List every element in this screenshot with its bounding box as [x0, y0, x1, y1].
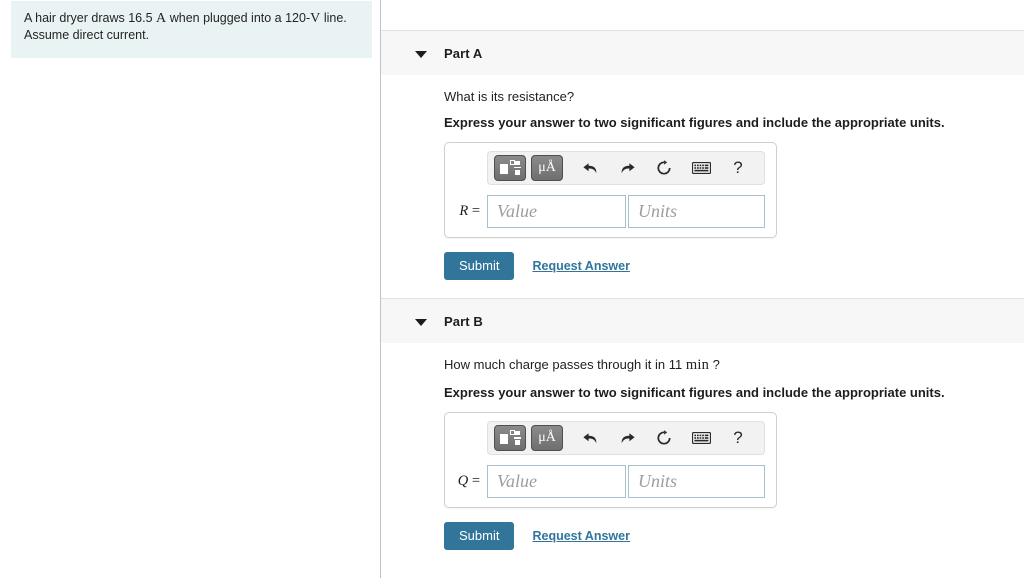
part-body-a: What is its resistance? Express your ans… [381, 75, 1024, 281]
current-unit-symbol: A [156, 11, 167, 26]
request-answer-link-a[interactable]: Request Answer [532, 259, 629, 273]
reset-icon[interactable] [649, 425, 679, 451]
submit-button-b[interactable]: Submit [444, 522, 515, 551]
redo-icon[interactable] [612, 425, 642, 451]
units-input-b[interactable] [628, 465, 765, 499]
part-title-b: Part B [444, 313, 483, 329]
units-input-a[interactable] [628, 195, 765, 229]
answer-box-a: μÅ ? R = Value Units [444, 142, 777, 239]
problem-text-part2: when plugged into a 120- [169, 11, 311, 25]
reset-icon[interactable] [649, 155, 679, 181]
template-picker-icon[interactable] [494, 155, 526, 182]
answer-row-b: Q = [454, 465, 767, 499]
part-header-b[interactable]: Part B [381, 298, 1024, 344]
answer-toolbar-b: μÅ ? [487, 421, 765, 456]
voltage-unit-symbol: V [310, 11, 321, 26]
variable-label-a: R = [459, 203, 480, 220]
problem-text-part1: A hair dryer draws 16.5 [24, 11, 153, 25]
variable-label-b: Q = [457, 473, 480, 490]
help-icon[interactable]: ? [723, 155, 753, 181]
part-block-a: Part A What is its resistance? Express y… [381, 30, 1024, 281]
question-prefix-b: How much charge passes through it in 11 [444, 357, 683, 373]
value-input-a[interactable] [487, 195, 626, 229]
answer-box-b: μÅ ? Q = Value Units [444, 412, 777, 509]
problem-pane: A hair dryer draws 16.5 A when plugged i… [0, 0, 381, 579]
question-prefix-a: What is its resistance? [444, 89, 575, 104]
part-body-b: How much charge passes through it in 11 … [381, 343, 1024, 551]
units-picker-icon[interactable]: μÅ [531, 155, 563, 182]
question-suffix-b: ? [712, 357, 720, 373]
redo-icon[interactable] [612, 155, 642, 181]
units-picker-icon[interactable]: μÅ [531, 425, 563, 452]
chevron-down-icon[interactable] [415, 47, 428, 60]
undo-icon[interactable] [575, 155, 605, 181]
keyboard-icon[interactable] [686, 425, 716, 451]
part-block-b: Part B How much charge passes through it… [381, 298, 1024, 551]
instruction-text-b: Express your answer to two significant f… [444, 384, 945, 400]
part-header-a[interactable]: Part A [381, 30, 1024, 75]
question-text-b: How much charge passes through it in 11 … [444, 356, 1024, 376]
answer-pane: Part A What is its resistance? Express y… [381, 0, 1024, 579]
undo-icon[interactable] [575, 425, 605, 451]
help-icon[interactable]: ? [723, 425, 753, 451]
question-text-a: What is its resistance? [444, 88, 1024, 106]
request-answer-link-b[interactable]: Request Answer [532, 529, 629, 543]
part-title-a: Part A [444, 45, 483, 61]
time-unit-symbol: min [685, 357, 710, 374]
instruction-text-a: Express your answer to two significant f… [444, 114, 945, 130]
problem-text-line2: Assume direct current. [24, 27, 150, 42]
answer-toolbar-a: μÅ ? [487, 151, 765, 186]
problem-statement: A hair dryer draws 16.5 A when plugged i… [11, 1, 372, 58]
template-picker-icon[interactable] [494, 425, 526, 452]
problem-text-part3: line. [323, 11, 347, 25]
value-input-b[interactable] [487, 465, 626, 499]
answer-row-a: R = [454, 195, 767, 229]
submit-row-b: Submit Request Answer [444, 522, 1024, 551]
submit-button-a[interactable]: Submit [444, 252, 515, 281]
keyboard-icon[interactable] [686, 155, 716, 181]
chevron-down-icon[interactable] [415, 315, 428, 328]
submit-row-a: Submit Request Answer [444, 252, 1024, 281]
